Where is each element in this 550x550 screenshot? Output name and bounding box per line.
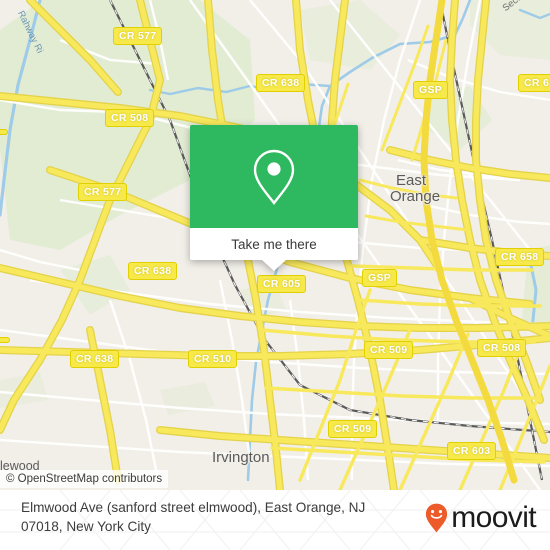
- road-shield[interactable]: CR 638: [128, 262, 178, 280]
- moovit-wordmark: moovit: [451, 501, 536, 534]
- map-attribution[interactable]: © OpenStreetMap contributors: [0, 470, 169, 488]
- road-shield[interactable]: GSP: [413, 81, 449, 99]
- road-shield[interactable]: GSP: [362, 269, 398, 287]
- road-shield[interactable]: CR 603: [447, 442, 497, 460]
- popup-tail-pointer: [262, 260, 286, 271]
- place-label-east-orange: Orange: [390, 188, 441, 205]
- road-shield[interactable]: CR 638: [256, 74, 306, 92]
- road-shield[interactable]: CR 508: [105, 109, 155, 127]
- moovit-logo[interactable]: moovit: [425, 501, 537, 534]
- footer-bar: Elmwood Ave (sanford street elmwood), Ea…: [0, 490, 550, 550]
- popup-header: [190, 125, 358, 228]
- road-shield[interactable]: CR 577: [78, 183, 128, 201]
- location-popup-card[interactable]: Take me there: [190, 125, 358, 271]
- map-pin-icon: [251, 148, 297, 206]
- screenshot-root: CR 577 CR 638 GSP CR 6 CR 508 CR 577 CR …: [0, 0, 550, 550]
- moovit-smiley-pin-icon: [425, 503, 448, 533]
- take-me-there-button[interactable]: Take me there: [190, 228, 358, 260]
- road-shield[interactable]: CR 508: [477, 339, 527, 357]
- road-shield[interactable]: CR 638: [70, 350, 120, 368]
- road-shield[interactable]: CR 658: [495, 248, 545, 266]
- road-shield[interactable]: CR 509: [328, 420, 378, 438]
- road-shield[interactable]: CR 577: [113, 27, 163, 45]
- map-viewport[interactable]: CR 577 CR 638 GSP CR 6 CR 508 CR 577 CR …: [0, 0, 550, 490]
- road-shield[interactable]: CR 509: [364, 341, 414, 359]
- place-label-east-orange: East: [396, 172, 427, 189]
- road-shield[interactable]: CR 605: [257, 275, 307, 293]
- road-shield[interactable]: CR 510: [188, 350, 238, 368]
- road-shield-clipped[interactable]: [0, 129, 8, 135]
- road-shield-clipped[interactable]: [0, 337, 10, 343]
- road-shield[interactable]: CR 6: [518, 74, 550, 92]
- location-title: Elmwood Ave (sanford street elmwood), Ea…: [21, 500, 366, 534]
- place-label-irvington: Irvington: [212, 449, 270, 466]
